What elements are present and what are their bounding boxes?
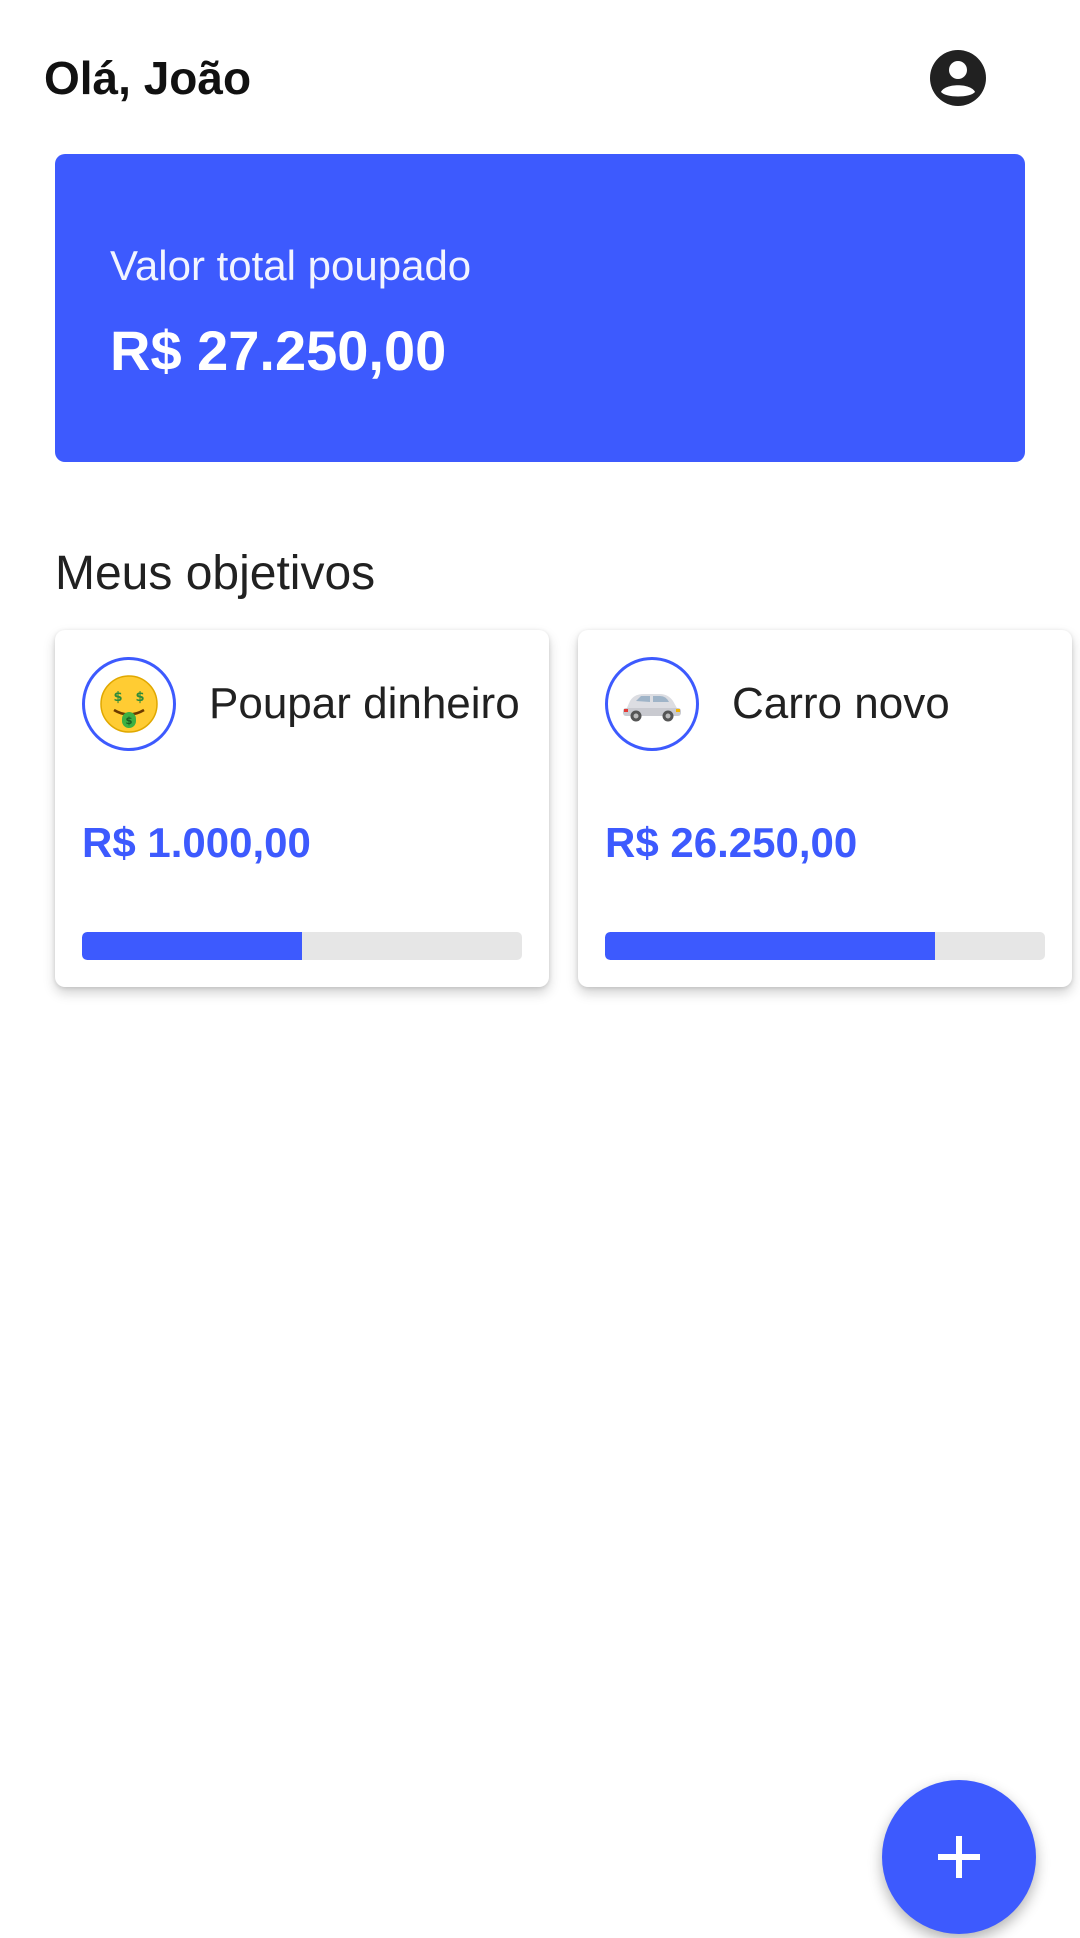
goal-card-carro-novo[interactable]: Carro novo R$ 26.250,00	[578, 630, 1072, 987]
svg-text:$: $	[135, 690, 144, 705]
money-mouth-face-icon: $ $ $	[100, 675, 158, 733]
add-goal-button[interactable]	[882, 1780, 1036, 1934]
goal-name: Carro novo	[732, 679, 950, 728]
goal-icon-badge: $ $ $	[82, 657, 176, 751]
goal-progress-bar	[82, 932, 522, 960]
home-screen: Olá, João Valor total poupado R$ 27.250,…	[0, 0, 1080, 1938]
goal-progress-bar	[605, 932, 1045, 960]
account-circle-icon	[930, 50, 986, 106]
goal-amount: R$ 1.000,00	[82, 819, 311, 866]
profile-button[interactable]	[928, 48, 988, 108]
total-saved-value: R$ 27.250,00	[110, 319, 447, 382]
goals-section-title: Meus objetivos	[55, 547, 376, 600]
svg-text:$: $	[113, 690, 122, 705]
goal-card-poupar-dinheiro[interactable]: $ $ $ Poupar dinheiro R$ 1.000,00	[55, 630, 549, 987]
svg-text:$: $	[126, 716, 133, 727]
total-saved-card: Valor total poupado R$ 27.250,00	[55, 154, 1025, 462]
goal-progress-fill	[605, 932, 935, 960]
total-saved-label: Valor total poupado	[110, 242, 472, 289]
goal-amount: R$ 26.250,00	[605, 819, 858, 866]
goal-icon-badge	[605, 657, 699, 751]
plus-icon	[938, 1836, 980, 1878]
goal-name: Poupar dinheiro	[209, 679, 520, 728]
car-icon	[623, 694, 681, 722]
goal-progress-fill	[82, 932, 302, 960]
greeting-title: Olá, João	[44, 52, 252, 104]
